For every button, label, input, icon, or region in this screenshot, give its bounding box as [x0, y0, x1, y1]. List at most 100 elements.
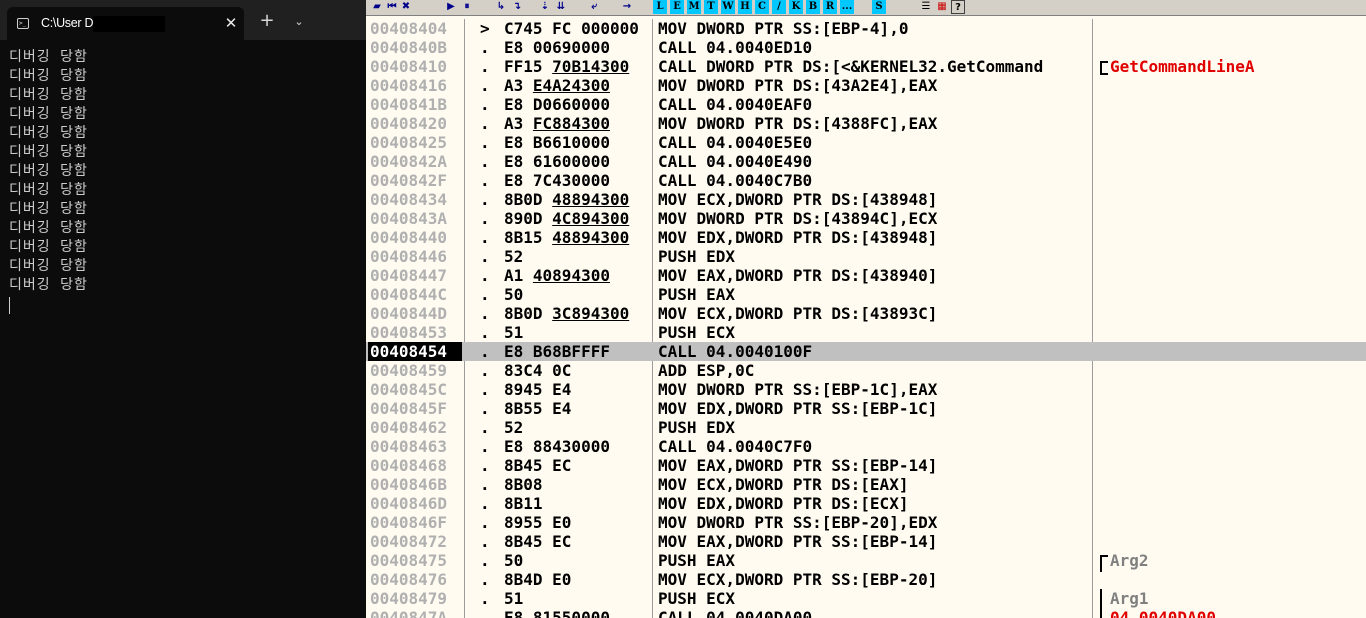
address-cell: 00408416 [370, 76, 448, 95]
disasm-row[interactable]: 0040842F. E8 7C430000 CALL 04.0040C7B0 [366, 171, 1366, 190]
disasm-row[interactable]: 00408462. 52 PUSH EDX [366, 418, 1366, 437]
instruction-cell: PUSH EAX [658, 551, 736, 570]
disasm-row[interactable]: 00408468. 8B45 EC MOV EAX,DWORD PTR SS:[EB… [366, 456, 1366, 475]
fixup-operand: 70B14300 [552, 57, 630, 76]
flow-marker: . [480, 266, 490, 285]
disasm-row[interactable]: 0040843A. 890D 4C894300 MOV DWORD PTR DS:[… [366, 209, 1366, 228]
disasm-row[interactable]: 00408416. A3 E4A24300 MOV DWORD PTR DS:[43… [366, 76, 1366, 95]
instruction-cell: MOV DWORD PTR SS:[EBP-1C],EAX [658, 380, 938, 399]
window-button-e[interactable]: E [670, 0, 685, 14]
hex-dump-cell: 50 [504, 285, 524, 304]
disasm-row[interactable]: 00408472. 8B45 EC MOV EAX,DWORD PTR SS:[EB… [366, 532, 1366, 551]
disasm-row[interactable]: 00408434. 8B0D 48894300 MOV ECX,DWORD PTR … [366, 190, 1366, 209]
window-button-k[interactable]: K [789, 0, 804, 14]
window-button-r[interactable]: R [823, 0, 838, 14]
window-button-more[interactable]: ... [840, 0, 855, 14]
step-into-icon[interactable]: ↳ [494, 0, 508, 14]
disasm-row[interactable]: 00408453. 51 PUSH ECX [366, 323, 1366, 342]
disasm-row[interactable]: 0040847A. E8 81550000 CALL 04.0040DA00 04.0… [366, 608, 1366, 618]
terminal-line: 디버깅 당함 [9, 144, 88, 160]
instruction-cell: CALL DWORD PTR DS:[<&KERNEL32.GetCommand [658, 57, 1044, 76]
disasm-row[interactable]: 00408463. E8 88430000 CALL 04.0040C7F0 [366, 437, 1366, 456]
disasm-row[interactable]: 00408454. E8 B68BFFFF CALL 04.0040100F [366, 342, 1366, 361]
disasm-row[interactable]: 0040845C. 8945 E4 MOV DWORD PTR SS:[EBP-1C… [366, 380, 1366, 399]
address-cell: 0040844D [370, 304, 448, 323]
disassembly-pane[interactable]: 00408404 > C745 FC 000000 MOV DWORD PTR SS:… [366, 19, 1366, 618]
flow-marker: . [480, 589, 490, 608]
terminal-tab[interactable]: >_ C:\User Downloa ✕ [7, 7, 244, 40]
goto-icon[interactable]: → [620, 0, 634, 14]
animate-over-icon[interactable]: ⇊ [554, 0, 568, 14]
close-debug-icon[interactable]: ✖ [399, 0, 413, 14]
disasm-row[interactable]: 0040844C. 50 PUSH EAX [366, 285, 1366, 304]
disasm-row[interactable]: 00408479. 51 PUSH ECX Arg1 [366, 589, 1366, 608]
disasm-row[interactable]: 0040846D. 8B11 MOV EDX,DWORD PTR DS:[ECX] [366, 494, 1366, 513]
disasm-row[interactable]: 00408475. 50 PUSH EAX Arg2 [366, 551, 1366, 572]
animate-into-icon[interactable]: ⇣ [538, 0, 552, 14]
address-cell: 00408476 [370, 570, 448, 589]
chevron-down-icon[interactable]: ⌄ [288, 11, 310, 33]
window-button-l[interactable]: L [653, 0, 668, 14]
address-cell: 0040842A [370, 152, 448, 171]
help-icon[interactable]: ? [951, 0, 965, 14]
restart-icon[interactable]: ⏮ [385, 0, 399, 14]
terminal-line: 디버깅 당함 [9, 87, 88, 103]
flow-marker: . [480, 285, 490, 304]
disasm-row[interactable]: 00408476. 8B4D E0 MOV ECX,DWORD PTR SS:[EB… [366, 570, 1366, 589]
window-button-t[interactable]: T [704, 0, 719, 14]
window-button-h[interactable]: H [738, 0, 753, 14]
new-tab-button[interactable]: + [256, 11, 278, 33]
window-button-b[interactable]: B [806, 0, 821, 14]
window-button-w[interactable]: W [721, 0, 736, 14]
fixup-operand: 40894300 [532, 266, 610, 285]
terminal-line: 디버깅 당함 [9, 106, 88, 122]
step-over-icon[interactable]: ↴ [510, 0, 524, 14]
window-button-slash[interactable]: / [772, 0, 787, 14]
window-button-c[interactable]: C [755, 0, 770, 14]
disasm-row[interactable]: 0040846F. 8955 E0 MOV DWORD PTR SS:[EBP-20… [366, 513, 1366, 532]
hex-dump-cell: E8 88430000 [504, 437, 610, 456]
appearance-icon[interactable]: ▦ [935, 0, 949, 14]
fixup-operand: 3C894300 [552, 304, 630, 323]
window-button-s[interactable]: S [872, 0, 887, 14]
call-bracket [1100, 61, 1108, 75]
flow-marker: . [480, 342, 490, 361]
pause-icon[interactable]: ⏸ [460, 0, 474, 14]
disasm-row[interactable]: 0040841B. E8 D0660000 CALL 04.0040EAF0 [366, 95, 1366, 114]
terminal-output[interactable]: 디버깅 당함 디버깅 당함 디버깅 당함 디버깅 당함 디버깅 당함 디버깅 당함 디버깅 … [9, 48, 359, 314]
window-button-m[interactable]: M [687, 0, 702, 14]
disasm-row[interactable]: 0040840B. E8 00690000 CALL 04.0040ED10 [366, 38, 1366, 57]
address-cell: 00408453 [370, 323, 448, 342]
address-cell: 00408454 [368, 342, 462, 361]
disasm-row[interactable]: 0040845F. 8B55 E4 MOV EDX,DWORD PTR SS:[EB… [366, 399, 1366, 418]
opcode-text: A3 [504, 76, 533, 95]
disasm-row[interactable]: 0040846B. 8B08 MOV ECX,DWORD PTR DS:[EAX] [366, 475, 1366, 494]
disasm-row[interactable]: 00408447. A1 40894300 MOV EAX,DWORD PTR DS… [366, 266, 1366, 285]
options-icon[interactable]: ☰ [919, 0, 933, 14]
hex-dump-cell: 8B08 [504, 475, 543, 494]
comment-cell: GetCommandLineA [1110, 57, 1255, 76]
call-bracket [1100, 589, 1108, 608]
disasm-row[interactable]: 00408446. 52 PUSH EDX [366, 247, 1366, 266]
disasm-row[interactable]: 0040844D. 8B0D 3C894300 MOV ECX,DWORD PTR … [366, 304, 1366, 323]
disasm-row[interactable]: 00408404 > C745 FC 000000 MOV DWORD PTR SS:… [366, 19, 1366, 38]
instruction-cell: PUSH EAX [658, 285, 736, 304]
terminal-line: 디버깅 당함 [9, 49, 88, 65]
disasm-row[interactable]: 0040842A. E8 61600000 CALL 04.0040E490 [366, 152, 1366, 171]
execute-till-return-icon[interactable]: ⤶ [587, 0, 601, 14]
close-icon[interactable]: ✕ [222, 14, 240, 32]
flow-marker: . [480, 570, 490, 589]
disasm-row[interactable]: 00408410. FF15 70B14300 CALL DWORD PTR DS:… [366, 57, 1366, 76]
disasm-row[interactable]: 00408425. E8 B6610000 CALL 04.0040E5E0 [366, 133, 1366, 152]
hex-dump-cell: 52 [504, 247, 524, 266]
instruction-cell: CALL 04.0040100F [658, 342, 813, 361]
run-icon[interactable]: ▶ [444, 0, 458, 14]
disasm-row[interactable]: 00408440. 8B15 48894300 MOV EDX,DWORD PTR … [366, 228, 1366, 247]
disasm-row[interactable]: 00408420. A3 FC884300 MOV DWORD PTR DS:[43… [366, 114, 1366, 133]
flow-marker: . [480, 76, 490, 95]
disasm-row[interactable]: 00408459. 83C4 0C ADD ESP,0C [366, 361, 1366, 380]
open-folder-icon[interactable]: ▰ [370, 0, 384, 14]
address-cell: 0040845C [370, 380, 448, 399]
flow-marker: . [480, 456, 490, 475]
hex-dump-cell: 83C4 0C [504, 361, 572, 380]
